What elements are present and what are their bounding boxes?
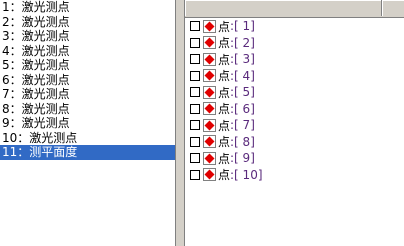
list-item[interactable]: 7：激光测点 bbox=[0, 87, 175, 102]
red-diamond-point-icon bbox=[203, 151, 216, 165]
point-label: 点 bbox=[218, 135, 231, 150]
measurement-list[interactable]: 1：激光测点 2：激光测点 3：激光测点 4：激光测点 5：激光测点 6：激光测… bbox=[0, 0, 176, 246]
point-number: :[ 4] bbox=[230, 68, 255, 83]
point-label: 点 bbox=[218, 36, 231, 51]
list-item[interactable]: 6：激光测点 bbox=[0, 73, 175, 88]
point-number: :[ 6] bbox=[230, 101, 255, 116]
list-item[interactable]: 1：激光测点 bbox=[0, 0, 175, 15]
point-number: :[ 8] bbox=[230, 134, 255, 149]
point-number: :[ 1] bbox=[230, 19, 255, 34]
point-checkbox[interactable] bbox=[190, 103, 200, 114]
red-diamond-point-icon bbox=[203, 85, 216, 99]
list-item-selected[interactable]: 11：测平面度 bbox=[0, 145, 175, 160]
list-item[interactable]: 5：激光测点 bbox=[0, 58, 175, 73]
point-checkbox[interactable] bbox=[190, 37, 200, 48]
point-row[interactable]: 点:[ 9] bbox=[185, 150, 404, 167]
point-number: :[ 10] bbox=[230, 167, 263, 182]
point-checkbox[interactable] bbox=[190, 136, 200, 147]
list-item[interactable]: 9：激光测点 bbox=[0, 116, 175, 131]
red-diamond-point-icon bbox=[203, 135, 216, 149]
list-header bbox=[185, 0, 404, 18]
point-label: 点 bbox=[218, 168, 231, 183]
point-label: 点 bbox=[218, 69, 231, 84]
column-header[interactable] bbox=[382, 0, 404, 16]
point-row[interactable]: 点:[ 2] bbox=[185, 35, 404, 52]
point-number: :[ 9] bbox=[230, 151, 255, 166]
point-label: 点 bbox=[218, 19, 231, 34]
point-label: 点 bbox=[218, 52, 231, 67]
point-row[interactable]: 点:[ 10] bbox=[185, 167, 404, 184]
red-diamond-point-icon bbox=[203, 19, 216, 33]
point-checkbox[interactable] bbox=[190, 54, 200, 65]
point-checkbox[interactable] bbox=[190, 153, 200, 164]
point-row[interactable]: 点:[ 8] bbox=[185, 134, 404, 151]
point-checkbox[interactable] bbox=[190, 87, 200, 98]
list-item[interactable]: 8：激光测点 bbox=[0, 102, 175, 117]
red-diamond-point-icon bbox=[203, 102, 216, 116]
list-item[interactable]: 10：激光测点 bbox=[0, 131, 175, 146]
point-number: :[ 3] bbox=[230, 52, 255, 67]
point-row[interactable]: 点:[ 1] bbox=[185, 18, 404, 35]
point-row[interactable]: 点:[ 4] bbox=[185, 68, 404, 85]
point-number: :[ 7] bbox=[230, 118, 255, 133]
red-diamond-point-icon bbox=[203, 36, 216, 50]
column-header[interactable] bbox=[185, 0, 382, 16]
list-item[interactable]: 4：激光测点 bbox=[0, 44, 175, 59]
point-row[interactable]: 点:[ 7] bbox=[185, 117, 404, 134]
list-item[interactable]: 2：激光测点 bbox=[0, 15, 175, 30]
point-checkbox[interactable] bbox=[190, 169, 200, 180]
point-row[interactable]: 点:[ 6] bbox=[185, 101, 404, 118]
point-label: 点 bbox=[218, 118, 231, 133]
point-row[interactable]: 点:[ 5] bbox=[185, 84, 404, 101]
point-number: :[ 2] bbox=[230, 35, 255, 50]
point-label: 点 bbox=[218, 85, 231, 100]
point-number: :[ 5] bbox=[230, 85, 255, 100]
point-checkbox[interactable] bbox=[190, 21, 200, 32]
point-checkbox[interactable] bbox=[190, 70, 200, 81]
red-diamond-point-icon bbox=[203, 168, 216, 182]
point-label: 点 bbox=[218, 151, 231, 166]
list-item[interactable]: 3：激光测点 bbox=[0, 29, 175, 44]
point-row[interactable]: 点:[ 3] bbox=[185, 51, 404, 68]
point-checkbox[interactable] bbox=[190, 120, 200, 131]
point-list[interactable]: 点:[ 1] 点:[ 2] 点:[ 3] 点:[ 4] 点:[ 5] 点:[ 6] 点:[ … bbox=[184, 0, 404, 246]
point-label: 点 bbox=[218, 102, 231, 117]
red-diamond-point-icon bbox=[203, 52, 216, 66]
red-diamond-point-icon bbox=[203, 118, 216, 132]
red-diamond-point-icon bbox=[203, 69, 216, 83]
pane-splitter[interactable] bbox=[176, 0, 184, 246]
